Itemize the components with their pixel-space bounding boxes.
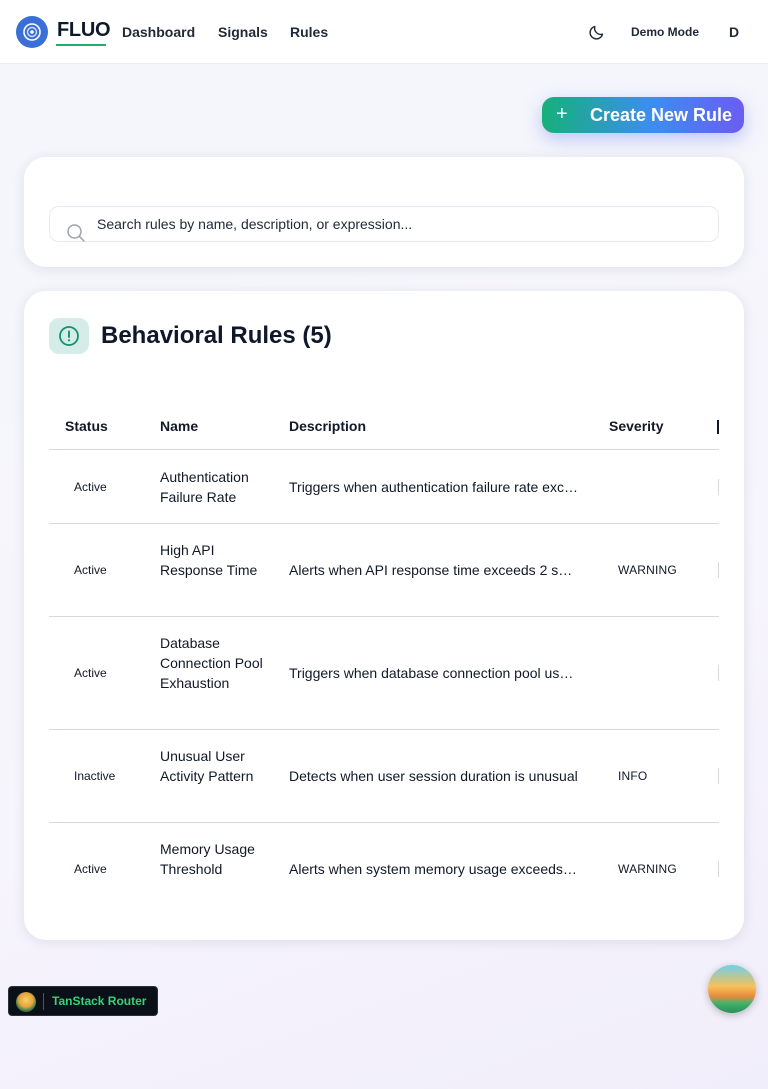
column-header-truncated	[717, 420, 719, 434]
fluo-logo-icon[interactable]	[16, 16, 48, 48]
rules-section-title: Behavioral Rules (5)	[101, 322, 332, 349]
table-row[interactable]: Active Database Connection Pool Exhausti…	[49, 617, 719, 730]
rule-description: Triggers when database connection pool u…	[289, 665, 579, 681]
status-badge: Active	[74, 862, 107, 876]
rules-table-header: Status Name Description Severity	[49, 404, 719, 450]
severity-badge: INFO	[618, 769, 648, 783]
rule-name[interactable]: Unusual User Activity Pattern	[160, 746, 265, 786]
tanstack-router-label: TanStack Router	[52, 994, 147, 1008]
severity-badge: WARNING	[618, 862, 677, 876]
search-card	[24, 157, 744, 267]
column-header-severity[interactable]: Severity	[609, 418, 663, 434]
row-action-edge	[718, 479, 719, 495]
rule-description: Triggers when authentication failure rat…	[289, 479, 579, 495]
table-row[interactable]: Active Authentication Failure Rate Trigg…	[49, 451, 719, 524]
tanstack-logo-icon	[16, 992, 36, 1012]
column-header-status[interactable]: Status	[65, 418, 108, 434]
alert-circle-icon	[49, 318, 89, 354]
user-avatar[interactable]: D	[729, 24, 739, 40]
rule-name[interactable]: High API Response Time	[160, 540, 265, 580]
rule-description: Alerts when API response time exceeds 2 …	[289, 562, 579, 578]
rule-description: Alerts when system memory usage exceeds …	[289, 861, 579, 877]
rule-description: Detects when user session duration is un…	[289, 768, 578, 784]
table-row[interactable]: Active Memory Usage Threshold Alerts whe…	[49, 823, 719, 916]
create-new-rule-label: Create New Rule	[590, 105, 733, 125]
top-navigation-bar: FLUO Dashboard Signals Rules Demo Mode D	[0, 0, 768, 64]
row-action-edge	[718, 562, 719, 578]
rule-name[interactable]: Memory Usage Threshold	[160, 839, 265, 879]
brand-name[interactable]: FLUO	[57, 19, 111, 42]
status-badge: Active	[74, 666, 107, 680]
nav-rules[interactable]: Rules	[290, 24, 328, 40]
table-row[interactable]: Active High API Response Time Alerts whe…	[49, 524, 719, 617]
search-input[interactable]	[97, 207, 697, 241]
status-badge: Inactive	[74, 769, 116, 783]
status-badge: Active	[74, 480, 107, 494]
rule-name[interactable]: Authentication Failure Rate	[160, 467, 265, 507]
brand-underline	[56, 44, 106, 46]
table-row[interactable]: Inactive Unusual User Activity Pattern D…	[49, 730, 719, 823]
tanstack-router-devtools-button[interactable]: TanStack Router	[8, 986, 158, 1016]
row-action-edge	[718, 665, 719, 681]
severity-badge: WARNING	[618, 563, 677, 577]
create-new-rule-button[interactable]: + Create New Rule	[542, 97, 744, 133]
demo-mode-button[interactable]: Demo Mode	[631, 25, 699, 39]
nav-signals[interactable]: Signals	[218, 24, 268, 40]
status-badge: Active	[74, 563, 107, 577]
behavioral-rules-card: Behavioral Rules (5) Status Name Descrip…	[24, 291, 744, 940]
rule-name[interactable]: Database Connection Pool Exhaustion	[160, 633, 265, 693]
column-header-description[interactable]: Description	[289, 418, 366, 434]
nav-dashboard[interactable]: Dashboard	[122, 24, 195, 40]
query-devtools-icon[interactable]	[708, 965, 756, 1013]
search-icon	[67, 224, 85, 242]
divider	[43, 993, 44, 1010]
moon-icon[interactable]	[587, 22, 607, 42]
row-action-edge	[718, 861, 719, 877]
row-action-edge	[718, 768, 719, 784]
search-box[interactable]	[49, 206, 719, 242]
column-header-name[interactable]: Name	[160, 418, 198, 434]
plus-icon: +	[556, 103, 568, 125]
